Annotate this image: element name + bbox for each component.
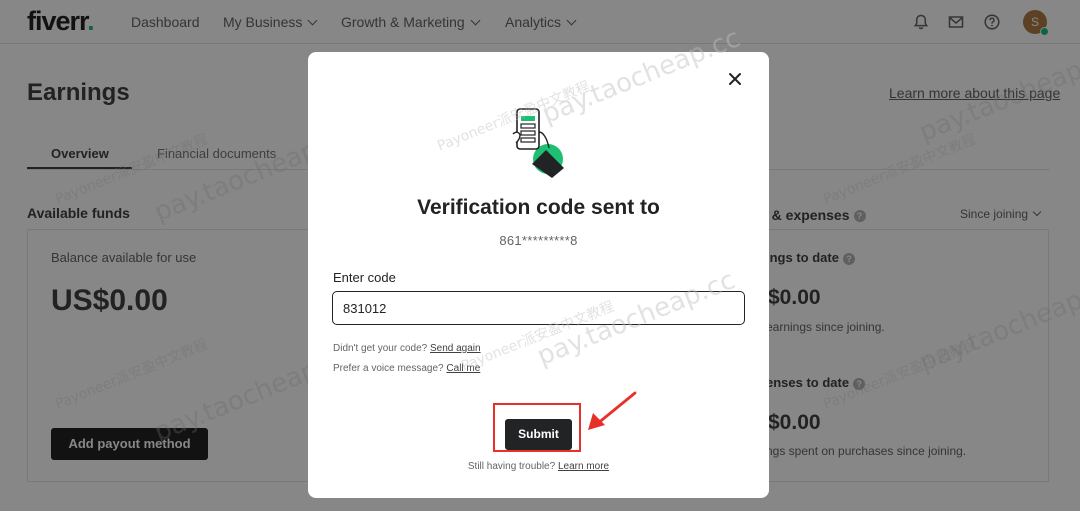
trouble-line: Still having trouble? Learn more	[467, 461, 610, 472]
submit-button[interactable]: Submit	[505, 419, 572, 450]
voice-message-line: Prefer a voice message? Call me	[333, 363, 481, 374]
verification-modal: Verification code sent to 861*********8 …	[308, 23, 769, 498]
modal-title: Verification code sent to	[417, 196, 660, 219]
masked-phone-number: 861*********8	[499, 233, 578, 248]
close-icon[interactable]	[726, 70, 744, 88]
learn-more-link[interactable]: Learn more	[558, 461, 609, 472]
call-me-link[interactable]: Call me	[446, 363, 480, 374]
phone-verification-illustration	[512, 108, 564, 178]
verification-code-input[interactable]	[332, 291, 745, 325]
enter-code-label: Enter code	[333, 270, 396, 285]
send-again-link[interactable]: Send again	[430, 343, 481, 354]
red-arrow-annotation	[588, 391, 637, 430]
resend-code-line: Didn't get your code? Send again	[333, 343, 481, 354]
